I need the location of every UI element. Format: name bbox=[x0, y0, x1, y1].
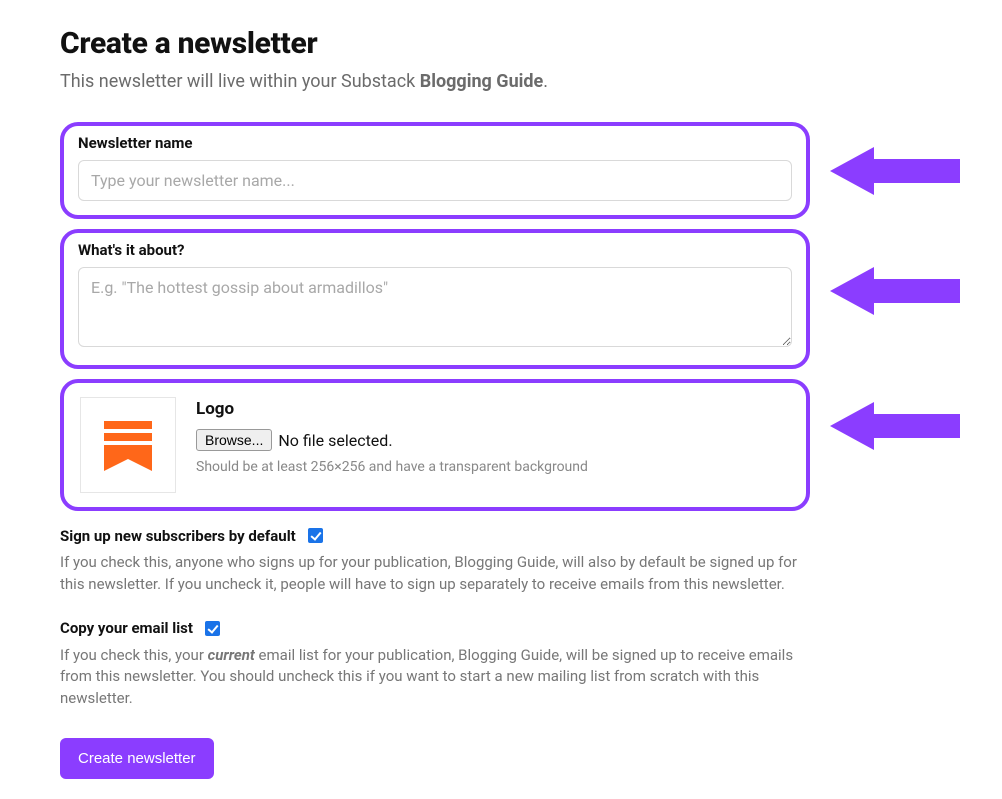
about-textarea[interactable] bbox=[78, 267, 792, 347]
about-label: What's it about? bbox=[78, 241, 792, 259]
subtitle-post: . bbox=[543, 71, 548, 92]
page-title: Create a newsletter bbox=[60, 26, 942, 61]
default-signup-label: Sign up new subscribers by default bbox=[60, 527, 296, 545]
copy-list-checkbox[interactable] bbox=[205, 621, 220, 636]
copy-list-label: Copy your email list bbox=[60, 619, 193, 637]
file-status-text: No file selected. bbox=[278, 431, 392, 450]
substack-logo-icon bbox=[96, 413, 160, 477]
copy-list-section: Copy your email list If you check this, … bbox=[60, 618, 810, 710]
copy-list-desc: If you check this, your current email li… bbox=[60, 645, 810, 710]
arrow-annotation-icon bbox=[830, 396, 970, 456]
logo-hint: Should be at least 256×256 and have a tr… bbox=[196, 459, 588, 475]
default-signup-desc: If you check this, anyone who signs up f… bbox=[60, 552, 810, 596]
logo-label: Logo bbox=[196, 399, 588, 419]
arrow-annotation-icon bbox=[830, 261, 970, 321]
newsletter-name-input[interactable] bbox=[78, 160, 792, 201]
create-newsletter-button[interactable]: Create newsletter bbox=[60, 738, 214, 779]
subtitle-bold: Blogging Guide bbox=[420, 71, 544, 92]
arrow-annotation-icon bbox=[830, 141, 970, 201]
copy-list-desc-em: current bbox=[208, 646, 255, 664]
newsletter-name-section: Newsletter name bbox=[60, 122, 810, 219]
logo-section: Logo Browse... No file selected. Should … bbox=[60, 379, 810, 511]
browse-button[interactable]: Browse... bbox=[196, 429, 272, 451]
subtitle-pre: This newsletter will live within your Su… bbox=[60, 71, 420, 92]
copy-list-desc-pre: If you check this, your bbox=[60, 646, 208, 664]
default-signup-section: Sign up new subscribers by default If yo… bbox=[60, 525, 810, 596]
about-section: What's it about? bbox=[60, 229, 810, 369]
page-subtitle: This newsletter will live within your Su… bbox=[60, 71, 942, 92]
default-signup-checkbox[interactable] bbox=[308, 528, 323, 543]
logo-thumbnail bbox=[80, 397, 176, 493]
newsletter-name-label: Newsletter name bbox=[78, 134, 792, 152]
